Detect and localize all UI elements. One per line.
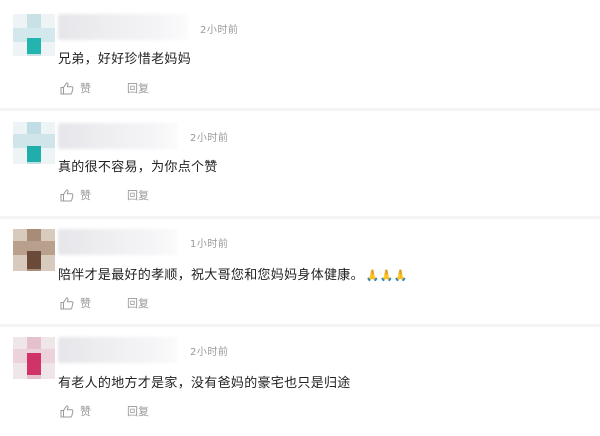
reply-button[interactable]: 回复 (127, 187, 149, 203)
username-blurred[interactable] (58, 14, 188, 40)
comment-text-body: 陪伴才是最好的孝顺，祝大哥您和您妈妈身体健康。 (58, 268, 364, 283)
comment-text: 兄弟，好好珍惜老妈妈 (58, 52, 192, 67)
thumbs-up-icon (60, 81, 74, 94)
praying-hands-emoji: 🙏🙏🙏 (365, 269, 408, 282)
username-blurred[interactable] (58, 229, 178, 255)
reply-button[interactable]: 回复 (127, 295, 149, 311)
username-blurred[interactable] (58, 123, 178, 149)
comment-time: 2小时前 (200, 25, 239, 36)
like-label: 赞 (80, 297, 91, 310)
like-label: 赞 (80, 82, 91, 95)
thumbs-up-icon (60, 296, 74, 309)
reply-button[interactable]: 回复 (127, 80, 149, 96)
comment-text: 真的很不容易，为你点个赞 (58, 160, 218, 175)
comment-item: 2小时前 真的很不容易，为你点个赞 赞 回复 (0, 111, 600, 219)
thumbs-up-icon (60, 404, 74, 417)
avatar[interactable] (13, 122, 55, 164)
comment-time: 2小时前 (190, 133, 229, 144)
thumbs-up-icon (60, 188, 74, 201)
comment-item: 2小时前 兄弟，好好珍惜老妈妈 赞 回复 (0, 0, 600, 108)
comment-time: 1小时前 (190, 239, 229, 250)
like-button[interactable]: 赞 (60, 403, 91, 419)
comment-item: 1小时前 陪伴才是最好的孝顺，祝大哥您和您妈妈身体健康。 🙏🙏🙏 赞 回复 (0, 219, 600, 327)
like-button[interactable]: 赞 (60, 295, 91, 311)
comment-time: 2小时前 (190, 347, 229, 358)
like-label: 赞 (80, 405, 91, 418)
avatar[interactable] (13, 14, 55, 56)
comment-text: 有老人的地方才是家，没有爸妈的豪宅也只是归途 (58, 376, 351, 391)
comment-item: 2小时前 有老人的地方才是家，没有爸妈的豪宅也只是归途 赞 回复 (0, 327, 600, 435)
avatar[interactable] (13, 229, 55, 271)
like-label: 赞 (80, 189, 91, 202)
username-blurred[interactable] (58, 337, 178, 363)
comment-list: 2小时前 兄弟，好好珍惜老妈妈 赞 回复 2小时前 真的很不容易，为你点个赞 赞… (0, 0, 600, 436)
like-button[interactable]: 赞 (60, 187, 91, 203)
comment-text: 陪伴才是最好的孝顺，祝大哥您和您妈妈身体健康。 🙏🙏🙏 (58, 264, 408, 283)
avatar[interactable] (13, 337, 55, 379)
like-button[interactable]: 赞 (60, 80, 91, 96)
reply-button[interactable]: 回复 (127, 403, 149, 419)
